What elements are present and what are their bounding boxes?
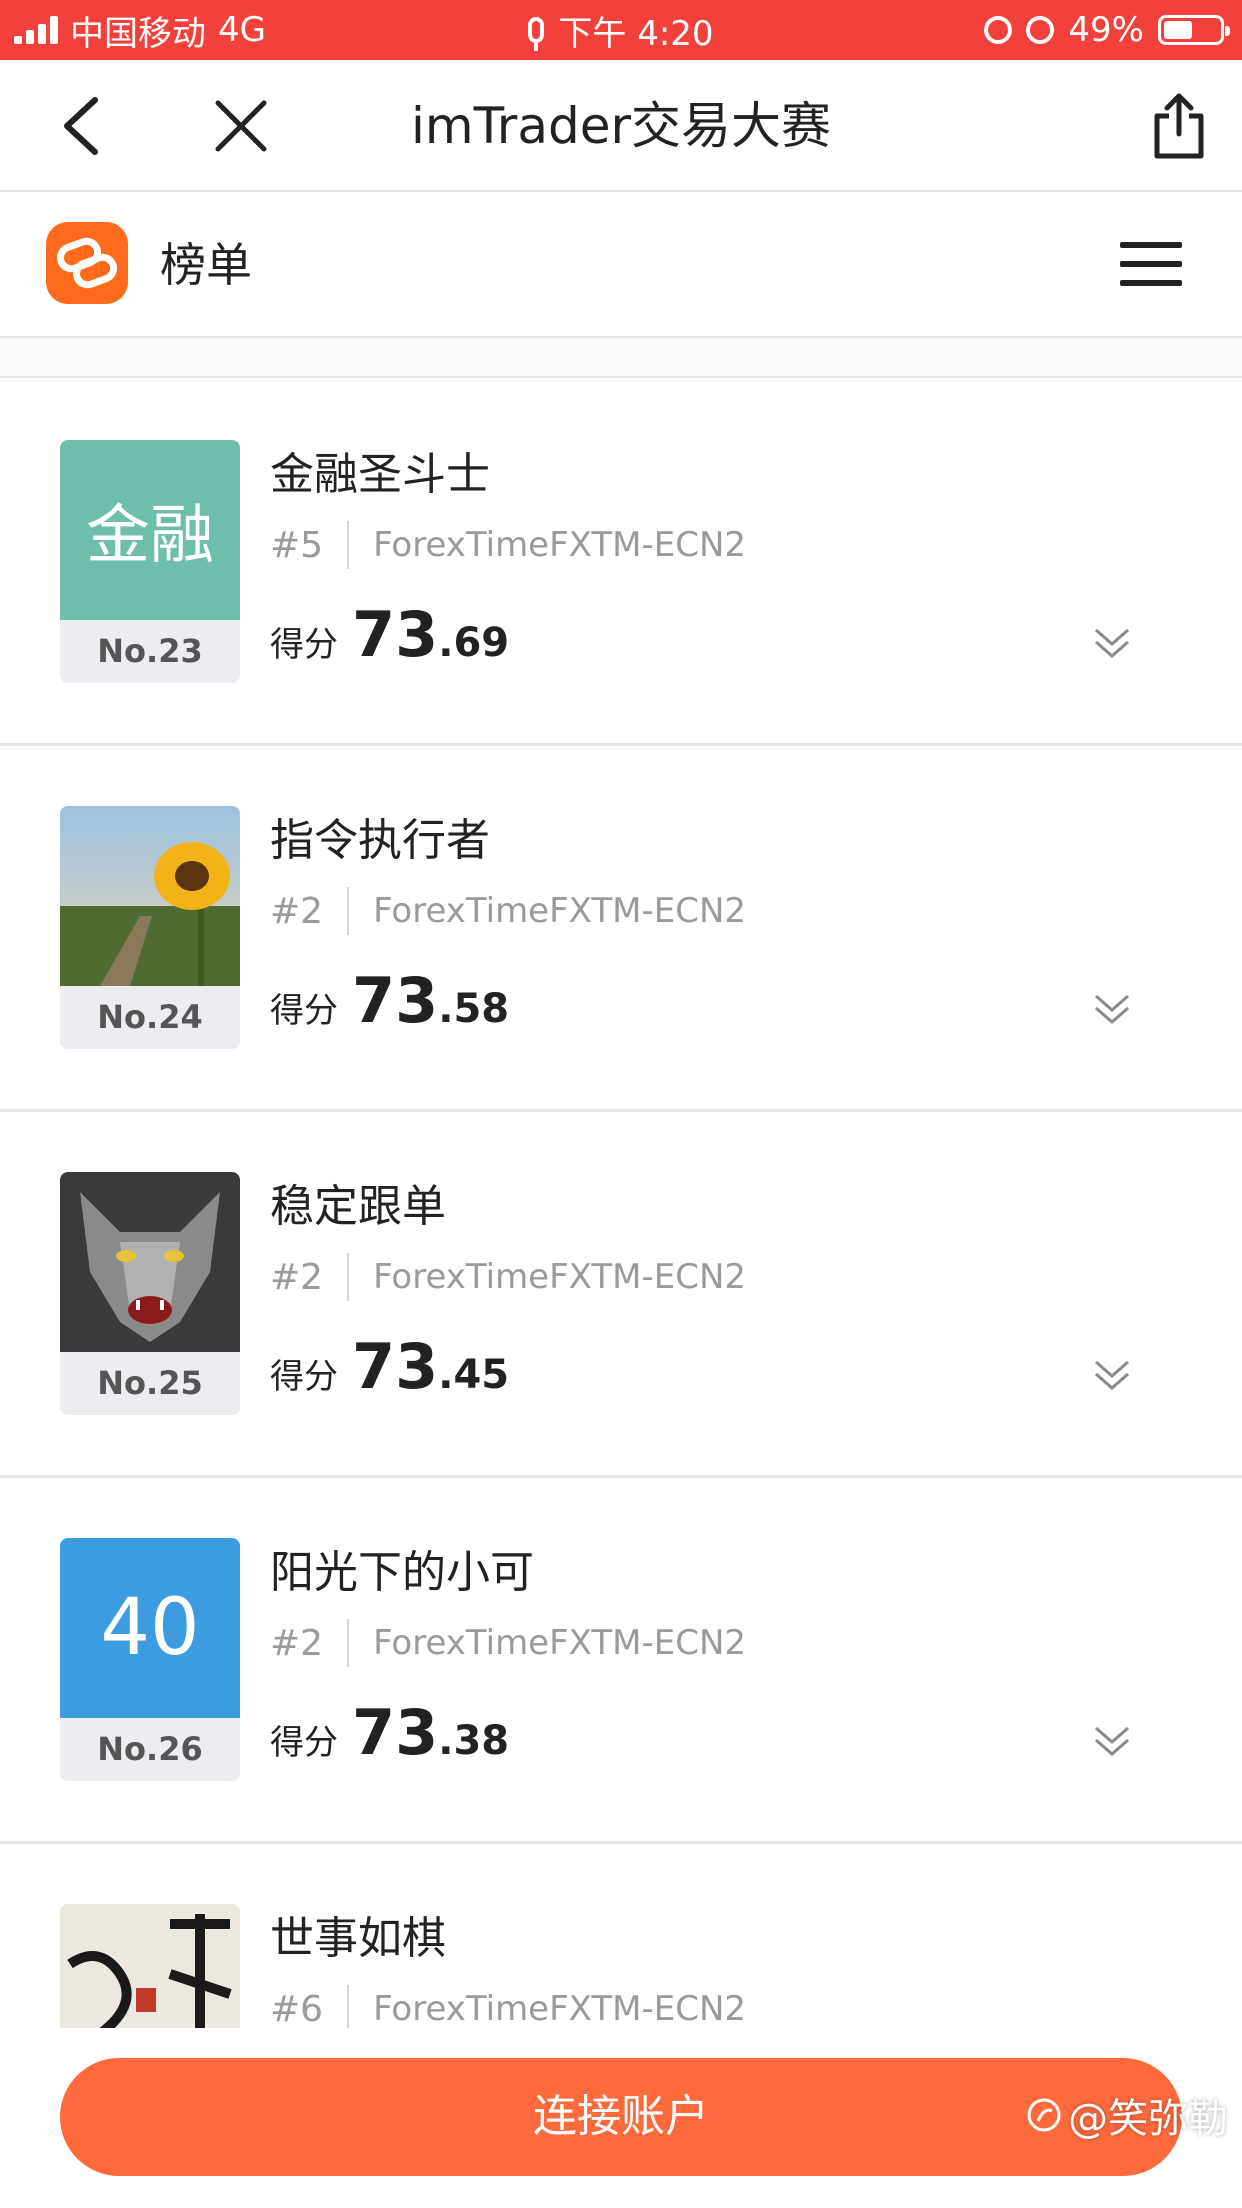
score-decimal: .58 [438, 986, 510, 1032]
server-name: ForexTimeFXTM-ECN2 [373, 891, 747, 931]
trader-name: 世事如棋 [270, 1913, 446, 1964]
server-name: ForexTimeFXTM-ECN2 [373, 525, 747, 565]
score-label: 得分 [270, 991, 338, 1031]
alarm-icon [984, 16, 1013, 44]
score: 得分 73 .38 [270, 1696, 509, 1769]
trader-name: 金融圣斗士 [270, 449, 490, 500]
server-name: ForexTimeFXTM-ECN2 [373, 1989, 747, 2029]
list-item[interactable]: No.24 指令执行者 #2 ForexTimeFXTM-ECN2 得分 73 … [0, 746, 1242, 1112]
score-integer: 73 [352, 964, 439, 1037]
avatar: No.24 [60, 806, 240, 1049]
trader-name: 稳定跟单 [270, 1181, 446, 1232]
rank-label: No.23 [60, 620, 240, 683]
double-chevron-down-icon[interactable] [1092, 1356, 1132, 1396]
score-integer: 73 [352, 1330, 439, 1403]
list-item[interactable]: 金融 No.23 金融圣斗士 #5 ForexTimeFXTM-ECN2 得分 … [0, 380, 1242, 746]
account-tag: #6 [270, 1988, 324, 2030]
status-time: 下午 4:20 [558, 13, 714, 54]
account-tag: #2 [270, 1622, 324, 1664]
double-chevron-down-icon[interactable] [1092, 1722, 1132, 1762]
hamburger-menu-icon[interactable] [1120, 238, 1182, 290]
score: 得分 73 .45 [270, 1330, 509, 1403]
rank-label: No.26 [60, 1718, 240, 1781]
app-header: 榜单 [0, 192, 1242, 338]
trader-name: 指令执行者 [270, 815, 490, 866]
navigation-bar: imTrader交易大赛 [0, 60, 1242, 192]
ranking-list: 金融 No.23 金融圣斗士 #5 ForexTimeFXTM-ECN2 得分 … [0, 380, 1242, 2208]
double-chevron-down-icon[interactable] [1092, 990, 1132, 1030]
double-chevron-down-icon[interactable] [1092, 624, 1132, 664]
account-meta: #5 ForexTimeFXTM-ECN2 [270, 520, 746, 570]
account-tag: #2 [270, 1256, 324, 1298]
score: 得分 73 .58 [270, 964, 509, 1037]
list-top-divider [0, 338, 1242, 378]
list-item[interactable]: 40 No.26 阳光下的小可 #2 ForexTimeFXTM-ECN2 得分… [0, 1478, 1242, 1844]
battery-icon [1158, 15, 1230, 45]
status-bar: 中国移动 4G 下午 4:20 49% [0, 0, 1242, 60]
rank-label: No.25 [60, 1352, 240, 1415]
trader-name: 阳光下的小可 [270, 1547, 534, 1598]
score-label: 得分 [270, 1357, 338, 1397]
page-title: imTrader交易大赛 [410, 97, 832, 155]
score-decimal: .69 [438, 620, 510, 666]
battery-percent: 49% [1068, 10, 1144, 50]
sunflower-photo [60, 806, 240, 986]
account-meta: #2 ForexTimeFXTM-ECN2 [270, 1252, 746, 1302]
server-name: ForexTimeFXTM-ECN2 [373, 1257, 747, 1297]
account-meta: #2 ForexTimeFXTM-ECN2 [270, 886, 746, 936]
avatar-text: 金融 [86, 499, 214, 573]
rank-label: No.24 [60, 986, 240, 1049]
account-meta: #6 ForexTimeFXTM-ECN2 [270, 1984, 746, 2034]
avatar: No.25 [60, 1172, 240, 1415]
section-title: 榜单 [160, 238, 252, 292]
list-item[interactable]: No.25 稳定跟单 #2 ForexTimeFXTM-ECN2 得分 73 .… [0, 1112, 1242, 1478]
microphone-icon [528, 17, 545, 51]
status-right: 49% [984, 0, 1230, 60]
account-tag: #2 [270, 890, 324, 932]
share-button[interactable] [1134, 60, 1224, 192]
account-tag: #5 [270, 524, 324, 566]
wolf-photo [60, 1172, 240, 1352]
avatar: 40 No.26 [60, 1538, 240, 1781]
server-name: ForexTimeFXTM-ECN2 [373, 1623, 747, 1663]
score-label: 得分 [270, 625, 338, 665]
score: 得分 73 .69 [270, 598, 509, 671]
avatar-text: 40 [100, 1583, 200, 1673]
imtrader-logo-icon [46, 222, 128, 304]
connect-account-button[interactable]: 连接账户 [60, 2058, 1182, 2176]
account-meta: #2 ForexTimeFXTM-ECN2 [270, 1618, 746, 1668]
share-icon [1154, 93, 1204, 159]
watermark: @笑弥勒 [1026, 2086, 1228, 2144]
score-label: 得分 [270, 1723, 338, 1763]
score-integer: 73 [352, 598, 439, 671]
score-decimal: .45 [438, 1352, 510, 1398]
score-decimal: .38 [438, 1718, 510, 1764]
orientation-lock-icon [1026, 16, 1055, 44]
avatar: 金融 No.23 [60, 440, 240, 683]
watermark-text: @笑弥勒 [1068, 2096, 1228, 2142]
weibo-logo-icon [1027, 2098, 1061, 2132]
score-integer: 73 [352, 1696, 439, 1769]
